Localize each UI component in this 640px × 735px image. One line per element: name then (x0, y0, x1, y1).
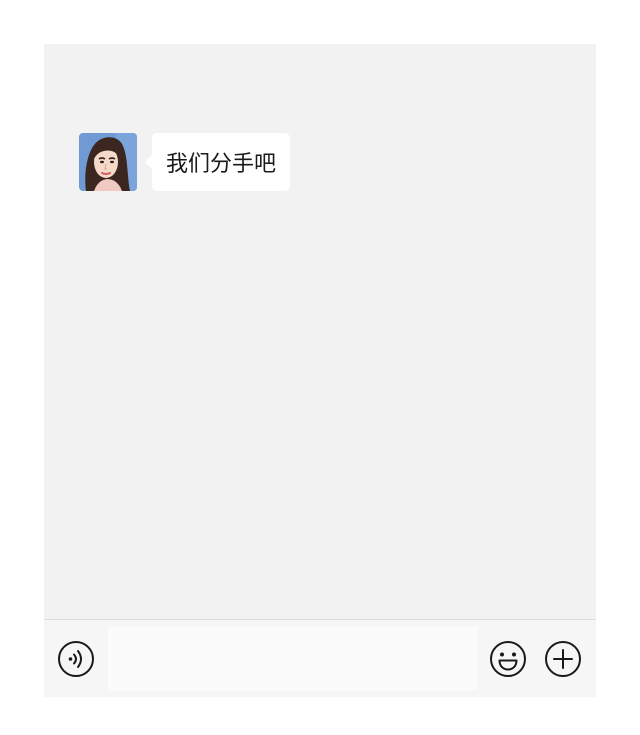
message-bubble[interactable]: 我们分手吧 (144, 133, 291, 191)
chat-window: 我们分手吧 (44, 44, 596, 697)
smiley-emoji-icon (490, 641, 526, 677)
woman-portrait-avatar-icon (79, 133, 137, 191)
emoji-button[interactable] (489, 640, 527, 678)
chat-message-area[interactable]: 我们分手吧 (44, 44, 596, 619)
voice-icon (58, 641, 94, 677)
more-options-button[interactable] (544, 640, 582, 678)
chat-input-bar (44, 619, 596, 697)
incoming-message-row: 我们分手吧 (79, 133, 291, 191)
voice-button[interactable] (57, 640, 95, 678)
message-text: 我们分手吧 (166, 152, 277, 177)
plus-circle-icon (545, 641, 581, 677)
message-input[interactable] (108, 626, 478, 690)
avatar[interactable] (79, 133, 137, 191)
